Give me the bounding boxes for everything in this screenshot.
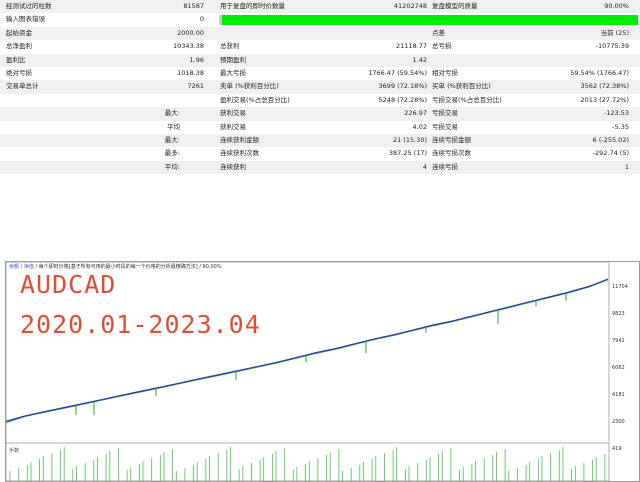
quality-bar-gap bbox=[219, 15, 222, 26]
label-col2: 获利交易 bbox=[220, 122, 246, 131]
date-range-watermark: 2020.01-2023.04 bbox=[20, 310, 261, 339]
label-col2: 连续获利 bbox=[220, 162, 246, 171]
label-col1: 起始资金 bbox=[6, 28, 32, 37]
report-row: 盈利交易(%占总百分比) 5248 (72.28%) 亏损交易(%占总百分比) 201… bbox=[0, 94, 640, 107]
label-col2: 获利交易 bbox=[220, 109, 246, 118]
y-tick-label: 11704 bbox=[612, 284, 628, 290]
label-col3: 亏损交易 bbox=[432, 122, 458, 131]
volume-frame bbox=[6, 442, 610, 481]
label-col1: 输入图表错误 bbox=[6, 15, 45, 24]
value-col2: 226.97 bbox=[404, 109, 427, 118]
value-col3: 1 bbox=[624, 162, 629, 171]
value-col3: 59.54% (1766.47) bbox=[570, 68, 629, 77]
label-col1: 绝对亏损 bbox=[6, 68, 32, 77]
label-col3: 复盘模型的质量 bbox=[432, 2, 478, 10]
report-row: 输入图表错误 0 bbox=[0, 13, 640, 26]
y-tick-label: 2300 bbox=[612, 419, 625, 425]
value-col2: 3699 (72.18%) bbox=[378, 82, 427, 91]
report-row: 绝对亏损 1018.38 最大亏损 1766.47 (59.54%) 相对亏损 59.54… bbox=[0, 67, 640, 80]
value-col1: 1018.38 bbox=[177, 68, 204, 77]
value-col2: 1.42 bbox=[412, 55, 427, 64]
label-col2: 卖单 (%获利百分比) bbox=[220, 82, 279, 91]
statistics-report: 经测试过的柱数 81587 用于复盘的即时价数量 41202748 复盘模型的质量 90.… bbox=[0, 0, 640, 175]
label-col1: 总净盈利 bbox=[6, 42, 32, 51]
value-col2: 21 (15.30) bbox=[392, 135, 427, 144]
value-col2: 41202748 bbox=[393, 2, 427, 10]
report-row: 总净盈利 10343.38 总获利 21118.77 总亏损 -10775.39 bbox=[0, 40, 640, 53]
label-col2: 预期盈利 bbox=[220, 55, 246, 64]
report-row: 平均: 连续获利 4 连续亏损 1 bbox=[0, 160, 640, 175]
value-col1: 7261 bbox=[187, 82, 204, 91]
label-col2: 最大亏损 bbox=[220, 68, 246, 77]
report-row: 最多: 连续获利次数 387.25 (17) 连续亏损次数 -292.74 (5) bbox=[0, 147, 640, 160]
value-col1: 81587 bbox=[183, 2, 204, 10]
y-tick-label: 9823 bbox=[612, 311, 625, 317]
label-col1: 交易单总计 bbox=[6, 82, 39, 91]
balance-chart: 余额 / 净值 / 每个即时价格[基于所有可用的最小时段的每一个价格的分析最精确… bbox=[5, 261, 640, 482]
report-row: 盈利比 1.96 预期盈利 1.42 bbox=[0, 53, 640, 67]
y-tick-label: 419 bbox=[612, 446, 622, 452]
value-col1: 2000.00 bbox=[177, 28, 204, 37]
label-col2: 用于复盘的即时价数量 bbox=[220, 2, 285, 10]
y-tick-label: 4181 bbox=[612, 392, 625, 398]
label-col1b: 最大: bbox=[164, 109, 180, 118]
value-col3: -292.74 (5) bbox=[592, 149, 629, 158]
value-col2: 5248 (72.28%) bbox=[378, 95, 427, 104]
value-col2: 4.02 bbox=[412, 122, 427, 131]
value-col2: 4 bbox=[422, 162, 427, 171]
quality-bar bbox=[219, 15, 638, 26]
value-col3: -10775.39 bbox=[595, 42, 629, 51]
report-row: 最大: 连续获利金额 21 (15.30) 连续亏损金额 6 (-255.02) bbox=[0, 133, 640, 148]
label-col3: 买单 (%获利百分比) bbox=[432, 82, 491, 91]
report-row: 最大: 获利交易 226.97 亏损交易 -123.53 bbox=[0, 107, 640, 121]
report-row: 经测试过的柱数 81587 用于复盘的即时价数量 41202748 复盘模型的质量 90.… bbox=[0, 0, 640, 14]
label-col2: 连续获利次数 bbox=[220, 149, 259, 158]
volume-label: 手数 bbox=[9, 448, 20, 454]
report-row: 起始资金 2000.00 点差 当前 (25) bbox=[0, 26, 640, 41]
y-tick-label: 7942 bbox=[612, 338, 625, 344]
symbol-watermark: AUDCAD bbox=[20, 270, 117, 299]
y-tick-label: 6062 bbox=[612, 365, 625, 371]
value-col3: 90.00% bbox=[604, 2, 629, 10]
value-col1: 1.96 bbox=[189, 55, 204, 64]
chart-title: 余额 / 净值 / 每个即时价格[基于所有可用的最小时段的每一个价格的分析最精确… bbox=[9, 263, 222, 270]
value-col2: 387.25 (17) bbox=[388, 149, 427, 158]
value-col2: 1766.47 (59.54%) bbox=[368, 68, 427, 77]
label-col3: 总亏损 bbox=[432, 42, 452, 51]
label-col3: 连续亏损次数 bbox=[432, 149, 471, 158]
value-col3: 当前 (25) bbox=[600, 28, 629, 37]
label-col3: 亏损交易(%占总百分比) bbox=[432, 95, 502, 104]
label-col2: 总获利 bbox=[220, 42, 240, 51]
value-col3: 2013 (27.72%) bbox=[580, 95, 629, 104]
balance-link[interactable]: 余额 bbox=[9, 264, 19, 270]
value-col3: 6 (-255.02) bbox=[592, 135, 629, 144]
label-col1b: 最多: bbox=[164, 149, 180, 158]
value-col3: -5.35 bbox=[612, 122, 629, 131]
value-col1: 0 bbox=[199, 15, 204, 24]
label-col1: 盈利比 bbox=[6, 55, 26, 64]
label-col3: 点差 bbox=[432, 28, 445, 37]
label-col3: 连续亏损 bbox=[432, 162, 458, 171]
report-row: 交易单总计 7261 卖单 (%获利百分比) 3699 (72.18%) 买单 (%获利… bbox=[0, 80, 640, 94]
value-col2: 21118.77 bbox=[395, 42, 427, 51]
label-col3: 亏损交易 bbox=[432, 109, 458, 118]
label-col3: 连续亏损金额 bbox=[432, 135, 471, 144]
label-col1b: 平均: bbox=[164, 162, 180, 171]
value-col3: -123.53 bbox=[603, 109, 629, 118]
report-row: 平均 获利交易 4.02 亏损交易 -5.35 bbox=[0, 121, 640, 134]
balance-line bbox=[6, 278, 609, 422]
label-col1b: 最大: bbox=[164, 135, 180, 144]
label-col2: 盈利交易(%占总百分比) bbox=[220, 95, 290, 104]
value-col3: 3562 (72.38%) bbox=[580, 82, 629, 91]
label-col3: 相对亏损 bbox=[432, 68, 458, 77]
label-col2: 连续获利金额 bbox=[220, 135, 259, 144]
label-col1b: 平均 bbox=[167, 122, 180, 131]
value-col1: 10343.38 bbox=[172, 42, 204, 51]
label-col1: 经测试过的柱数 bbox=[6, 2, 52, 10]
